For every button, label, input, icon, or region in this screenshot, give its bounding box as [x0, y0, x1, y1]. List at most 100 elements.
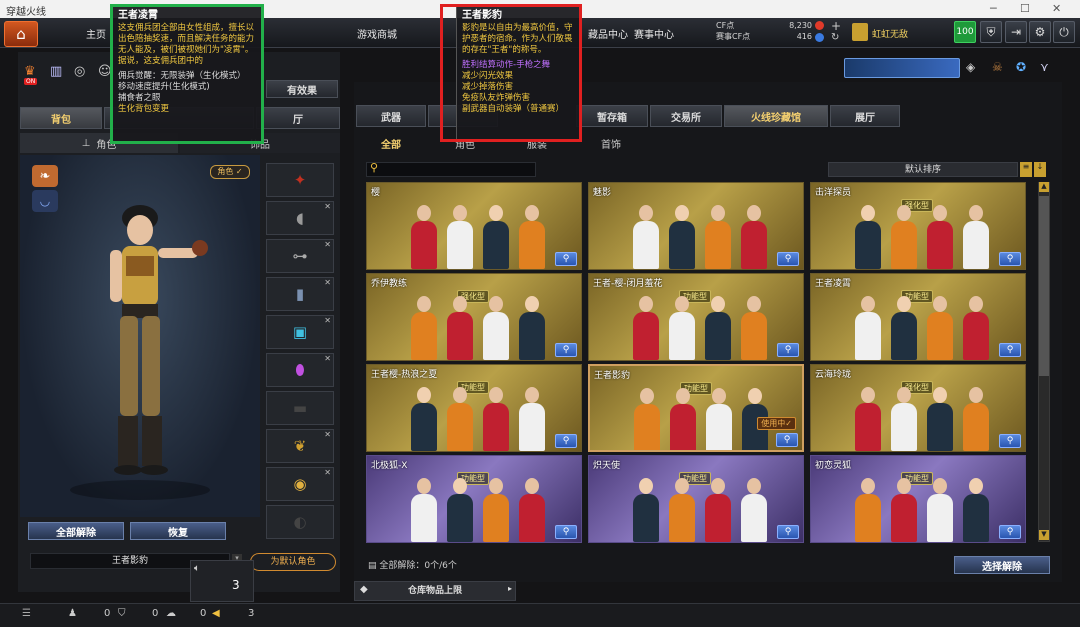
character-card[interactable]: 王者-樱-闭月羞花 功能型 ⚲	[588, 273, 804, 361]
card-detail-icon[interactable]: ⚲	[555, 525, 577, 539]
set-default-role-button[interactable]: 为默认角色	[250, 553, 336, 571]
target-icon[interactable]: ◎	[74, 64, 85, 79]
card-detail-icon[interactable]: ⚲	[999, 343, 1021, 357]
card-detail-icon[interactable]: ⚲	[999, 525, 1021, 539]
figure-portrait	[629, 474, 663, 542]
all-effects-button[interactable]: 有效果	[266, 80, 338, 98]
slot-pet[interactable]: ❦ ✕	[266, 429, 334, 463]
scrollbar-thumb[interactable]	[1039, 196, 1049, 376]
arrow-right-icon[interactable]: ▸	[508, 584, 512, 593]
promo-banner[interactable]	[844, 58, 960, 78]
remove-pack-icon[interactable]: ✕	[324, 316, 331, 325]
tab-backpack[interactable]: 背包	[20, 107, 102, 129]
character-card[interactable]: 樱 ⚲	[366, 182, 582, 270]
character-card[interactable]: 炽天使 功能型 ⚲	[588, 455, 804, 543]
character-card[interactable]: 初恋灵狐 功能型 ⚲	[810, 455, 1026, 543]
crown-icon[interactable]: ♛	[24, 64, 36, 79]
card-detail-icon[interactable]: ⚲	[999, 252, 1021, 266]
mask-icon[interactable]: ◡	[32, 190, 58, 212]
unequip-all-button[interactable]: 全部解除	[28, 522, 124, 540]
tab-collection-hall[interactable]: 火线珍藏馆	[724, 105, 828, 127]
slot-empty[interactable]: ▬	[266, 391, 334, 425]
tab-showroom-right[interactable]: 展厅	[830, 105, 900, 127]
remove-helmet-icon[interactable]: ✕	[324, 202, 331, 211]
slot-helmet[interactable]: ◖ ✕	[266, 201, 334, 235]
slot-grenade[interactable]: ⬮ ✕	[266, 353, 334, 387]
minimize-button[interactable]: ─	[990, 2, 997, 15]
slot-ring[interactable]: ◉ ✕	[266, 467, 334, 501]
subtab-jewelry[interactable]: 首饰	[576, 133, 646, 153]
card-detail-icon[interactable]: ⚲	[555, 434, 577, 448]
character-card[interactable]: 王者凌霄 功能型 ⚲	[810, 273, 1026, 361]
clan-icon[interactable]: ⛉	[118, 608, 126, 619]
tab-storage[interactable]: 暂存箱	[576, 105, 648, 127]
remove-glasses-icon[interactable]: ✕	[324, 240, 331, 249]
card-detail-icon[interactable]: ⚲	[555, 252, 577, 266]
menu-list-icon[interactable]: ☰	[22, 608, 31, 619]
character-card[interactable]: 云海玲珑 强化型 ⚲	[810, 364, 1026, 452]
character-card[interactable]: 北极狐-X 功能型 ⚲	[366, 455, 582, 543]
gear-icon[interactable]: ⚙	[1029, 21, 1051, 43]
close-button[interactable]: ✕	[1052, 2, 1061, 15]
wings-icon[interactable]: ⋎	[1040, 60, 1049, 74]
shield-round-icon[interactable]: ◈	[966, 60, 975, 74]
chat-icon[interactable]: ☁	[166, 608, 176, 619]
remove-ring-icon[interactable]: ✕	[324, 468, 331, 477]
tab-exchange[interactable]: 交易所	[650, 105, 722, 127]
portrait-head	[711, 205, 725, 221]
select-unequip-button[interactable]: 选择解除	[954, 556, 1050, 574]
card-detail-icon[interactable]: ⚲	[999, 434, 1021, 448]
exit-icon[interactable]: ⇥	[1005, 21, 1027, 43]
remove-device-icon[interactable]: ✕	[324, 278, 331, 287]
character-card[interactable]: 乔伊教练 强化型 ⚲	[366, 273, 582, 361]
tab-weapons[interactable]: 武器	[356, 105, 426, 127]
remove-grenade-icon[interactable]: ✕	[324, 354, 331, 363]
friends-icon[interactable]: ♟	[68, 608, 77, 619]
character-card[interactable]: 击洋探员 强化型 ⚲	[810, 182, 1026, 270]
slot-device[interactable]: ▮ ✕	[266, 277, 334, 311]
role-tag[interactable]: 角色 ✓	[210, 165, 250, 179]
chart-icon[interactable]: ▥	[50, 64, 62, 79]
speaker-bottom-icon[interactable]: ◀	[212, 608, 220, 619]
slot-glasses[interactable]: ⊶ ✕	[266, 239, 334, 273]
skull-icon[interactable]: ☠	[992, 60, 1003, 74]
nav-collection[interactable]: 藏品中心	[588, 26, 628, 41]
slot-emblem[interactable]: ✦	[266, 163, 334, 197]
sort-order-icon[interactable]: ↓	[1034, 162, 1046, 177]
restore-button[interactable]: 恢复	[130, 522, 226, 540]
compass-icon[interactable]: ✪	[1016, 60, 1026, 74]
add-currency-icon[interactable]: +	[831, 19, 841, 33]
warehouse-cap-button[interactable]: 仓库物品上限	[354, 581, 516, 601]
card-detail-icon[interactable]: ⚲	[777, 525, 799, 539]
player-name[interactable]: 虹虹无敌	[872, 27, 908, 40]
level-badge[interactable]: 100	[954, 21, 976, 43]
power-icon[interactable]: ⏻	[1053, 21, 1075, 43]
maximize-button[interactable]: ☐	[1020, 2, 1030, 15]
tab-showroom[interactable]: 厅	[256, 107, 340, 129]
card-detail-icon[interactable]: ⚲	[777, 252, 799, 266]
portrait-head	[969, 296, 983, 312]
list-view-icon[interactable]: ≡	[1020, 162, 1032, 177]
speaker-icon[interactable]: 🔈︎	[194, 563, 200, 574]
dragon-emblem-icon[interactable]: ❧	[32, 165, 58, 187]
nav-game-mall[interactable]: 游戏商城	[357, 26, 397, 41]
home-icon[interactable]: ⌂	[4, 21, 38, 47]
nav-home[interactable]: 主页	[86, 26, 106, 41]
card-detail-icon[interactable]: ⚲	[777, 343, 799, 357]
shield-icon[interactable]: ⛨	[980, 21, 1002, 43]
scroll-up-icon[interactable]: ▲	[1039, 182, 1049, 192]
slot-pack[interactable]: ▣ ✕	[266, 315, 334, 349]
subtab-all[interactable]: 全部	[356, 133, 426, 153]
card-detail-icon[interactable]: ⚲	[555, 343, 577, 357]
slot-locked[interactable]: ◐	[266, 505, 334, 539]
remove-pet-icon[interactable]: ✕	[324, 430, 331, 439]
scroll-down-icon[interactable]: ▼	[1039, 530, 1049, 540]
character-card[interactable]: 魅影 ⚲	[588, 182, 804, 270]
card-detail-icon[interactable]: ⚲	[776, 433, 798, 447]
search-input[interactable]	[366, 162, 536, 177]
character-card[interactable]: 王者影豹 功能型 ⚲ 使用中✓	[588, 364, 804, 452]
character-card[interactable]: 王者樱-热浪之夏 功能型 ⚲	[366, 364, 582, 452]
nav-events[interactable]: 赛事中心	[634, 26, 674, 41]
sort-dropdown[interactable]: 默认排序	[828, 162, 1018, 177]
refresh-icon[interactable]: ↻	[831, 32, 839, 43]
